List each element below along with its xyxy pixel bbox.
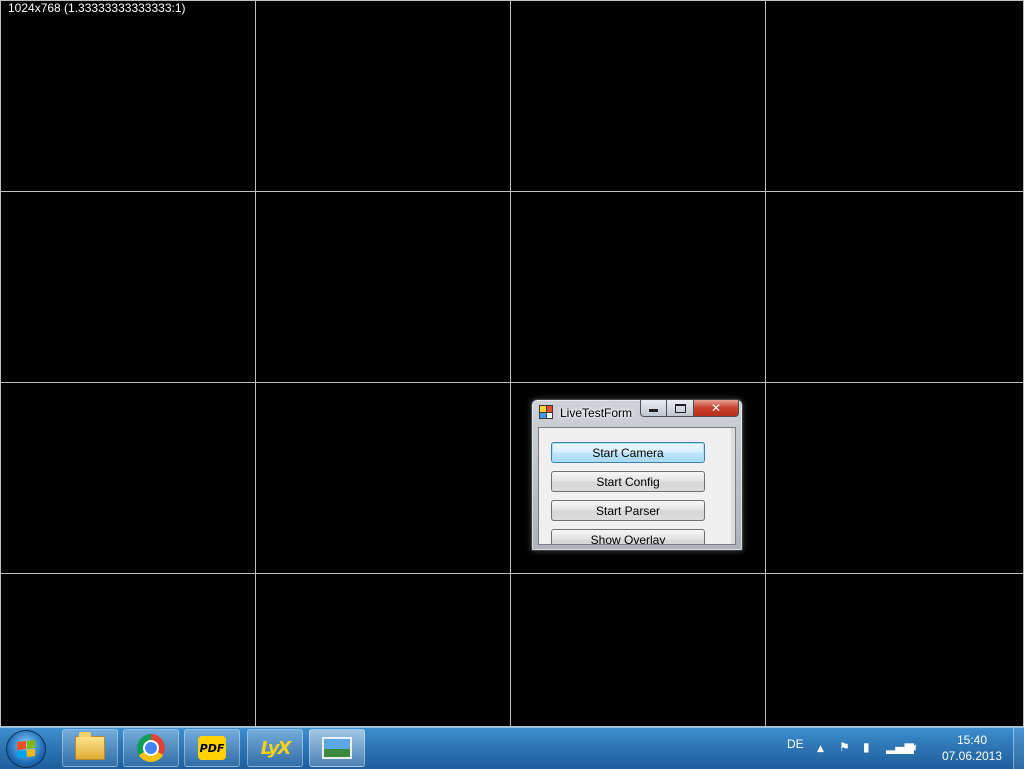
resolution-label: 1024x768 (1.33333333333333:1) <box>8 1 186 15</box>
network-icon[interactable]: ▂▄▆ <box>886 740 914 754</box>
grid-border <box>0 0 1024 727</box>
start-camera-button[interactable]: Start Camera <box>551 442 705 463</box>
power-icon[interactable]: ▮ <box>863 740 870 754</box>
start-parser-button[interactable]: Start Parser <box>551 500 705 521</box>
taskbar-pdf-button[interactable]: PDF <box>184 729 240 767</box>
show-overlay-button[interactable]: Show Overlay <box>551 529 705 544</box>
scrollbar-edge[interactable] <box>731 428 735 544</box>
taskbar-chrome-button[interactable] <box>123 729 179 767</box>
lyx-icon: LyX <box>260 737 292 759</box>
minimize-button[interactable] <box>640 400 667 417</box>
grid-line-vertical <box>255 0 256 727</box>
caption-buttons: ✕ <box>640 400 739 418</box>
window-title: LiveTestForm <box>560 406 633 420</box>
maximize-icon <box>674 403 686 413</box>
minimize-icon <box>649 408 658 412</box>
grid-line-horizontal <box>0 191 1024 192</box>
pdf-icon: PDF <box>198 736 226 760</box>
show-desktop-button[interactable] <box>1013 728 1024 769</box>
window-client-area: Start Camera Start Config Start Parser S… <box>538 427 736 545</box>
volume-icon[interactable]: 🔈︎ <box>912 740 919 754</box>
taskbar: PDF LyX DE ▲ ⚑ ▮ ▂▄▆ 🔈︎ 15:40 07.06.2013 <box>0 727 1024 769</box>
grid-line-horizontal <box>0 573 1024 574</box>
clock-time: 15:40 <box>956 733 988 747</box>
window-titlebar[interactable]: LiveTestForm ✕ <box>532 400 742 426</box>
close-icon: ✕ <box>710 401 722 415</box>
folder-icon <box>75 732 105 760</box>
grid-line-vertical <box>765 0 766 727</box>
clock-date: 07.06.2013 <box>941 749 1003 763</box>
show-hidden-icons-icon[interactable]: ▲ <box>817 742 824 756</box>
photo-icon <box>322 737 352 759</box>
start-config-button[interactable]: Start Config <box>551 471 705 492</box>
windows-logo-icon <box>17 740 35 758</box>
taskbar-live-test-form-button[interactable] <box>309 729 365 767</box>
live-test-form-window: LiveTestForm ✕ Start Camera Start Config… <box>531 399 743 551</box>
chrome-icon <box>137 734 165 762</box>
taskbar-lyx-button[interactable]: LyX <box>247 729 303 767</box>
app-icon[interactable] <box>539 405 553 419</box>
taskbar-explorer-button[interactable] <box>62 729 118 767</box>
language-indicator[interactable]: DE <box>787 737 804 751</box>
start-button[interactable] <box>6 730 46 768</box>
grid-line-horizontal <box>0 382 1024 383</box>
action-center-flag-icon[interactable]: ⚑ <box>839 740 850 754</box>
maximize-button[interactable] <box>667 400 694 417</box>
close-button[interactable]: ✕ <box>694 400 739 417</box>
grid-line-vertical <box>510 0 511 727</box>
clock[interactable]: 15:40 07.06.2013 <box>940 732 1004 764</box>
